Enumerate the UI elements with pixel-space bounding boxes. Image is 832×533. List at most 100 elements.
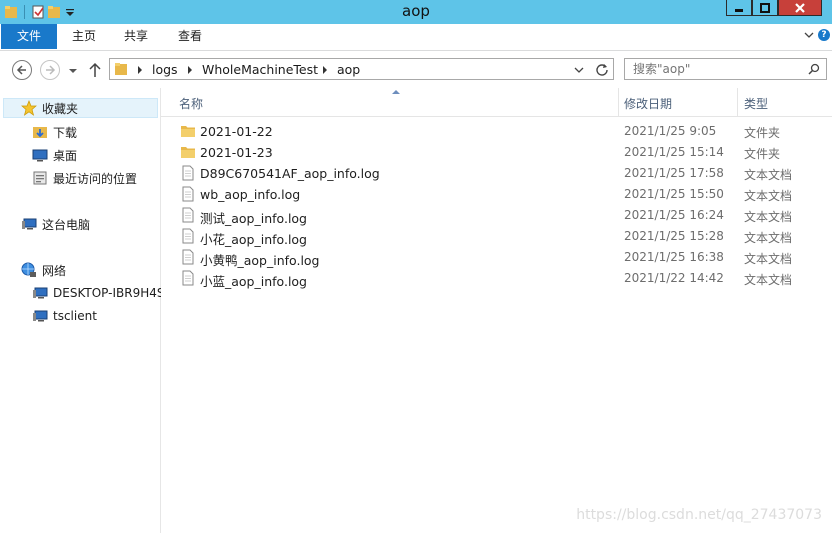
window-title: aop (402, 2, 430, 20)
maximize-button[interactable] (752, 0, 778, 16)
search-icon[interactable] (808, 63, 820, 75)
file-name: 2021-01-22 (200, 124, 273, 139)
maximize-icon (760, 2, 770, 13)
breadcrumb-separator[interactable] (138, 66, 142, 74)
nav-item-network[interactable]: 网络 (21, 260, 66, 280)
file-name: 测试_aop_info.log (200, 211, 307, 226)
file-date: 2021/1/25 15:50 (624, 187, 724, 201)
file-row[interactable]: 2021-01-22 2021/1/25 9:05 文件夹 (161, 121, 832, 142)
title-bar: aop (0, 0, 832, 24)
help-icon[interactable]: ? (818, 29, 830, 41)
text-file-icon (182, 249, 194, 265)
text-file-icon (182, 228, 194, 244)
folder-icon (115, 63, 127, 75)
file-row[interactable]: 小黄鸭_aop_info.log 2021/1/25 16:38 文本文档 (161, 247, 832, 268)
nav-recent-label: 最近访问的位置 (53, 171, 138, 186)
text-file-icon (182, 270, 194, 286)
file-row[interactable]: 小花_aop_info.log 2021/1/25 15:28 文本文档 (161, 226, 832, 247)
download-folder-icon (33, 127, 47, 138)
file-type: 文本文档 (744, 168, 793, 182)
back-button[interactable] (12, 60, 32, 80)
column-header-row: 名称 修改日期 类型 (161, 88, 832, 117)
navigation-pane: 收藏夹 下载 桌面 最近访问的位置 这台电脑 网络 DESKTOP-IBR9H4… (0, 88, 164, 533)
text-file-icon (182, 186, 194, 202)
tab-home[interactable]: 主页 (60, 24, 108, 49)
minimize-button[interactable] (726, 0, 752, 16)
nav-favorites[interactable]: 收藏夹 (3, 98, 158, 118)
file-name: wb_aop_info.log (200, 187, 301, 202)
computer-icon (33, 287, 48, 299)
minimize-icon (735, 8, 743, 12)
nav-this-pc-label: 这台电脑 (42, 217, 91, 232)
close-button[interactable] (778, 0, 822, 16)
computer-icon (22, 218, 37, 230)
file-row[interactable]: 小蓝_aop_info.log 2021/1/22 14:42 文本文档 (161, 268, 832, 289)
file-type: 文本文档 (744, 252, 793, 266)
computer-icon (33, 310, 48, 322)
file-row[interactable]: 2021-01-23 2021/1/25 15:14 文件夹 (161, 142, 832, 163)
breadcrumb-logs[interactable]: logs (152, 62, 178, 77)
search-input[interactable] (633, 62, 803, 76)
file-date: 2021/1/22 14:42 (624, 271, 724, 285)
file-row[interactable]: wb_aop_info.log 2021/1/25 15:50 文本文档 (161, 184, 832, 205)
recent-places-icon (33, 171, 47, 185)
file-type: 文件夹 (744, 147, 781, 161)
refresh-icon[interactable] (595, 62, 609, 76)
file-type: 文本文档 (744, 210, 793, 224)
nav-favorites-label: 收藏夹 (42, 101, 79, 116)
file-date: 2021/1/25 15:14 (624, 145, 724, 159)
file-date: 2021/1/25 15:28 (624, 229, 724, 243)
file-date: 2021/1/25 17:58 (624, 166, 724, 180)
close-icon (795, 2, 805, 13)
forward-button[interactable] (40, 60, 60, 80)
text-file-icon (182, 207, 194, 223)
up-arrow-icon[interactable] (88, 62, 102, 78)
file-date: 2021/1/25 9:05 (624, 124, 717, 138)
navigation-bar: logs WholeMachineTest aop (0, 51, 832, 88)
file-date: 2021/1/25 16:24 (624, 208, 724, 222)
file-row[interactable]: D89C670541AF_aop_info.log 2021/1/25 17:5… (161, 163, 832, 184)
nav-item-recent[interactable]: 最近访问的位置 (32, 168, 137, 188)
nav-item-downloads[interactable]: 下载 (32, 122, 77, 142)
forward-arrow-icon (46, 65, 56, 75)
address-dropdown-icon[interactable] (574, 66, 584, 74)
nav-downloads-label: 下载 (53, 125, 78, 140)
breadcrumb-aop[interactable]: aop (337, 62, 360, 77)
nav-item-desktop[interactable]: 桌面 (32, 145, 77, 165)
window-controls (726, 0, 822, 16)
column-header-name[interactable]: 名称 (179, 95, 203, 112)
file-name: 小花_aop_info.log (200, 232, 307, 247)
back-arrow-icon (16, 65, 26, 75)
tab-share[interactable]: 共享 (112, 24, 160, 49)
nav-tsclient-label: tsclient (53, 309, 97, 323)
file-name: 小黄鸭_aop_info.log (200, 253, 320, 268)
breadcrumb-separator[interactable] (323, 66, 327, 74)
nav-item-desktop-ibr9h4s[interactable]: DESKTOP-IBR9H4S (32, 283, 164, 303)
file-date: 2021/1/25 16:38 (624, 250, 724, 264)
column-header-date[interactable]: 修改日期 (624, 95, 672, 112)
breadcrumb-separator[interactable] (188, 66, 192, 74)
nav-network-label: 网络 (42, 263, 67, 278)
column-divider[interactable] (618, 88, 619, 116)
folder-icon (181, 126, 195, 137)
star-icon (21, 100, 37, 116)
nav-desktop-label: 桌面 (53, 148, 78, 163)
file-type: 文本文档 (744, 273, 793, 287)
ribbon-tabs: 文件 主页 共享 查看 ? (0, 24, 832, 51)
tab-view[interactable]: 查看 (166, 24, 214, 49)
file-list-pane: 名称 修改日期 类型 2021-01-22 2021/1/25 9:05 文件夹… (161, 88, 832, 533)
address-bar[interactable]: logs WholeMachineTest aop (109, 58, 614, 80)
column-divider[interactable] (737, 88, 738, 116)
nav-item-tsclient[interactable]: tsclient (32, 306, 97, 326)
tab-file[interactable]: 文件 (1, 24, 57, 49)
search-box[interactable] (624, 58, 827, 80)
file-row[interactable]: 测试_aop_info.log 2021/1/25 16:24 文本文档 (161, 205, 832, 226)
column-header-type[interactable]: 类型 (744, 95, 768, 112)
breadcrumb-wholemachinetest[interactable]: WholeMachineTest (202, 62, 318, 77)
nav-item-this-pc[interactable]: 这台电脑 (21, 214, 90, 234)
expand-ribbon-icon[interactable] (804, 30, 814, 40)
recent-locations-icon[interactable] (68, 67, 78, 75)
file-name: 2021-01-23 (200, 145, 273, 160)
desktop-icon (32, 149, 48, 162)
nav-desktop-ibr9h4s-label: DESKTOP-IBR9H4S (53, 286, 165, 300)
